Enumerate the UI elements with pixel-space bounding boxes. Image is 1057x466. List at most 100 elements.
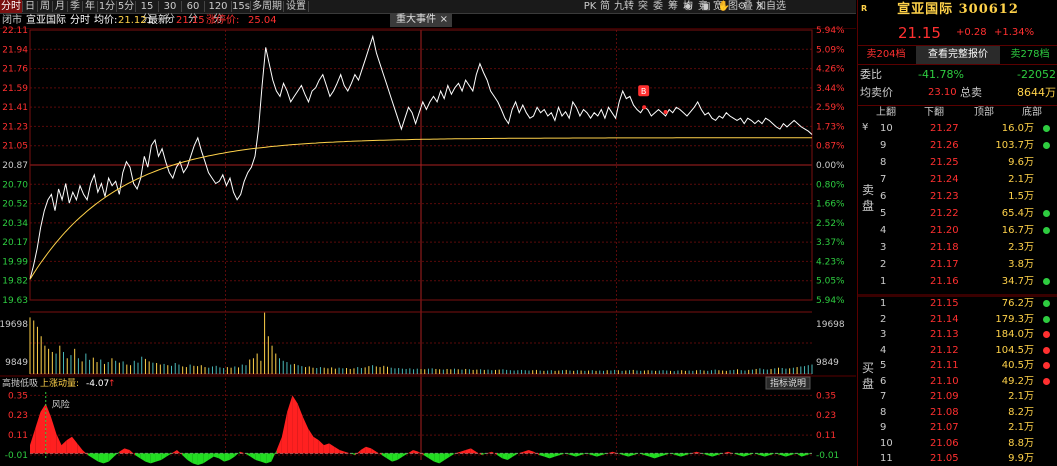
order-dot-icon bbox=[1043, 210, 1050, 217]
buy-order-row[interactable]: 4 21.12 104.5万 bbox=[858, 343, 1057, 358]
indicator-axis-label: 0.11 bbox=[8, 431, 28, 441]
order-volume: 103.7万 bbox=[995, 140, 1034, 151]
order-dot-icon bbox=[1043, 176, 1050, 183]
indicator-axis-label: 0.35 bbox=[816, 391, 836, 401]
price-change: +0.28 bbox=[956, 27, 987, 38]
indicator-area bbox=[722, 451, 729, 454]
buy-order-row[interactable]: 1 21.15 76.2万 bbox=[858, 296, 1057, 311]
sell-order-row[interactable]: 1 21.16 34.7万 bbox=[858, 274, 1057, 289]
order-level: 8 bbox=[880, 157, 887, 168]
commission-label: 委比 bbox=[860, 68, 882, 81]
indicator-area bbox=[266, 453, 272, 464]
indicator-area bbox=[465, 448, 471, 454]
order-level: 9 bbox=[880, 422, 887, 433]
order-price: 21.10 bbox=[930, 375, 959, 387]
sell-order-row[interactable]: 10 21.27 16.0万 bbox=[858, 121, 1057, 136]
indicator-area bbox=[355, 450, 361, 456]
indicator-area bbox=[129, 450, 135, 456]
buy-marker-letter: B bbox=[641, 87, 647, 96]
indicator-area bbox=[596, 453, 603, 457]
stock-title: 宣亚国际 300612 bbox=[897, 2, 1019, 17]
indicator-area bbox=[161, 453, 167, 460]
pct-axis-label: 5.94% bbox=[816, 296, 845, 306]
indicator-area bbox=[497, 453, 503, 459]
indicator-area bbox=[30, 428, 36, 454]
order-price: 21.17 bbox=[930, 259, 959, 270]
indicator-area bbox=[292, 395, 298, 454]
top-button[interactable]: 顶部 bbox=[974, 106, 994, 120]
indicator-area bbox=[92, 453, 99, 462]
order-dot-icon bbox=[1043, 362, 1050, 369]
buy-order-row[interactable]: 10 21.06 8.8万 bbox=[858, 436, 1057, 451]
order-volume: 16.7万 bbox=[1001, 225, 1034, 236]
sell-order-row[interactable]: 4 21.20 16.7万 bbox=[858, 223, 1057, 238]
indicator-area bbox=[801, 453, 807, 457]
indicator-arrow-icon: ↑ bbox=[108, 379, 116, 389]
buy-order-row[interactable]: 3 21.13 184.0万 bbox=[858, 327, 1057, 342]
price-axis-label: 21.94 bbox=[2, 45, 28, 55]
indicator-area bbox=[544, 453, 550, 459]
indicator-area bbox=[66, 436, 72, 454]
sell-order-row[interactable]: 6 21.23 1.5万 bbox=[858, 189, 1057, 204]
order-price: 21.15 bbox=[930, 298, 959, 309]
commission-diff: -22052 bbox=[1017, 68, 1056, 81]
buy-order-row[interactable]: 9 21.07 2.1万 bbox=[858, 420, 1057, 435]
order-dot-icon bbox=[1043, 377, 1050, 385]
order-volume: 2.1万 bbox=[1008, 391, 1034, 402]
sell-order-row[interactable]: 5 21.22 65.4万 bbox=[858, 206, 1057, 221]
bottom-button[interactable]: 底部 bbox=[1022, 106, 1042, 120]
order-volume: 9.6万 bbox=[1008, 157, 1034, 168]
order-price: 21.26 bbox=[930, 140, 959, 151]
sell-side-label: 卖盘 bbox=[862, 183, 875, 213]
indicator-area bbox=[260, 453, 267, 464]
order-volume: 179.3万 bbox=[995, 313, 1034, 325]
indicator-area bbox=[570, 453, 576, 457]
indicator-area bbox=[250, 453, 256, 460]
buy-count-button[interactable]: 卖278档 bbox=[1002, 46, 1057, 64]
sell-order-row[interactable]: 9 21.26 103.7万 bbox=[858, 138, 1057, 153]
order-price: 21.16 bbox=[930, 276, 959, 287]
order-level: 7 bbox=[880, 174, 887, 185]
sell-order-row[interactable]: 3 21.18 2.3万 bbox=[858, 240, 1057, 255]
order-level: 1 bbox=[880, 276, 887, 287]
full-depth-button[interactable]: 查看完整报价 bbox=[916, 46, 1000, 64]
indicator-area bbox=[344, 451, 351, 454]
sell-order-row[interactable]: 2 21.17 3.8万 bbox=[858, 257, 1057, 272]
indicator-area bbox=[680, 453, 687, 457]
order-dot-icon bbox=[1043, 261, 1050, 268]
indicator-axis-label: 0.11 bbox=[816, 431, 836, 441]
indicator-area bbox=[738, 453, 744, 457]
indicator-area bbox=[413, 450, 419, 454]
indicator-area bbox=[743, 453, 750, 457]
buy-order-row[interactable]: 6 21.10 49.2万 bbox=[858, 374, 1057, 389]
indicator-axis-label: -0.01 bbox=[816, 451, 839, 461]
buy-order-row[interactable]: 11 21.05 9.9万 bbox=[858, 451, 1057, 466]
orderbook-header: 上翻 下翻 顶部 底部 bbox=[858, 105, 1057, 120]
indicator-area bbox=[434, 453, 440, 464]
indicator-area bbox=[365, 446, 372, 454]
order-level: 11 bbox=[880, 453, 893, 464]
indicator-area bbox=[780, 453, 786, 457]
buy-order-row[interactable]: 7 21.09 2.1万 bbox=[858, 389, 1057, 404]
price-axis-label: 20.87 bbox=[2, 161, 28, 171]
indicator-area bbox=[329, 443, 335, 454]
sell-order-row[interactable]: 8 21.25 9.6万 bbox=[858, 155, 1057, 170]
page-down-button[interactable]: 下翻 bbox=[924, 106, 944, 120]
price-change-pct: +1.34% bbox=[994, 27, 1035, 38]
buy-order-row[interactable]: 5 21.11 40.5万 bbox=[858, 358, 1057, 373]
pct-axis-label: 4.26% bbox=[816, 65, 845, 75]
total-sell-value: 8644万 bbox=[1017, 86, 1056, 99]
indicator-area bbox=[486, 451, 492, 454]
indicator-area bbox=[428, 453, 435, 462]
sell-count-button[interactable]: 卖204档 bbox=[858, 46, 914, 64]
pct-axis-label: 2.59% bbox=[816, 103, 845, 113]
buy-order-row[interactable]: 2 21.14 179.3万 bbox=[858, 312, 1057, 327]
order-volume: 34.7万 bbox=[1001, 276, 1034, 287]
avg-sell-value: 23.10 bbox=[928, 87, 957, 98]
order-price: 21.24 bbox=[930, 174, 959, 185]
buy-order-row[interactable]: 8 21.08 8.2万 bbox=[858, 405, 1057, 420]
order-price: 21.22 bbox=[930, 208, 959, 219]
page-up-button[interactable]: 上翻 bbox=[876, 106, 896, 120]
sell-order-row[interactable]: 7 21.24 2.1万 bbox=[858, 172, 1057, 187]
indicator-area bbox=[40, 403, 46, 454]
